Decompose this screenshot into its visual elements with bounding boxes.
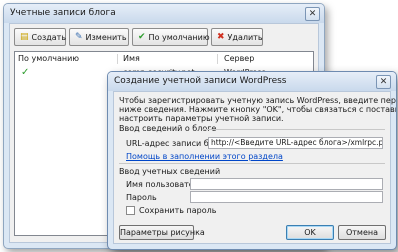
ok-button[interactable]: OK	[286, 225, 334, 240]
column-header-server[interactable]: Сервер	[224, 54, 254, 63]
password-input[interactable]	[190, 191, 383, 203]
window-title: Учетные записи блога	[10, 8, 116, 18]
create-button[interactable]: ▤ Создать	[14, 28, 66, 46]
password-label: Пароль	[126, 193, 157, 202]
column-divider	[217, 54, 218, 64]
username-input[interactable]	[190, 178, 383, 190]
dialog-body: Чтобы зарегистрировать учетную запись Wo…	[113, 91, 396, 244]
dialog-close-button[interactable]: ✕	[376, 75, 391, 89]
default-checkmark-icon: ✓	[21, 67, 30, 78]
remember-password-label[interactable]: Сохранить пароль	[139, 206, 216, 215]
edit-icon: ✎	[75, 32, 83, 42]
delete-icon: ✖	[217, 32, 225, 42]
help-link[interactable]: Помощь в заполнении этого раздела	[126, 152, 283, 161]
new-document-icon: ▤	[20, 32, 29, 42]
account-section-heading: Ввод учетных сведений	[119, 167, 221, 176]
section-divider	[202, 129, 385, 130]
section-divider	[119, 163, 385, 164]
edit-button-label: Изменить	[85, 32, 127, 42]
column-header-name[interactable]: Имя	[123, 54, 140, 63]
column-header-default[interactable]: По умолчанию	[18, 54, 79, 63]
dialog-title-bar: Создание учетной записи WordPress ✕	[108, 72, 396, 91]
delete-button-label: Удалить	[227, 32, 263, 42]
dialog-title: Создание учетной записи WordPress	[114, 76, 287, 86]
create-wordpress-account-dialog: Создание учетной записи WordPress ✕ Чтоб…	[107, 71, 397, 250]
close-button[interactable]: ✕	[305, 7, 320, 21]
picture-options-button[interactable]: Параметры рисунка	[119, 225, 205, 240]
create-button-label: Создать	[31, 32, 67, 42]
edit-button[interactable]: ✎ Изменить	[69, 28, 129, 46]
cancel-button[interactable]: Отмена	[338, 225, 386, 240]
title-bar: Учетные записи блога ✕	[4, 4, 324, 23]
checkmark-icon: ✔	[138, 32, 146, 42]
blog-url-input[interactable]: http://<Введите URL-адрес блога>/xmlrpc.…	[208, 137, 383, 149]
set-default-button-label: По умолчанию	[148, 32, 210, 42]
intro-line-2: ниже сведения. Нажмите кнопку "OK", чтоб…	[119, 105, 396, 114]
column-divider	[117, 54, 118, 64]
intro-line-1: Чтобы зарегистрировать учетную запись Wo…	[119, 96, 396, 105]
intro-line-3: настроить параметры учетной записи.	[119, 114, 284, 123]
delete-button[interactable]: ✖ Удалить	[211, 28, 263, 46]
set-default-button[interactable]: ✔ По умолчанию	[132, 28, 210, 46]
remember-password-checkbox[interactable]	[126, 206, 135, 215]
